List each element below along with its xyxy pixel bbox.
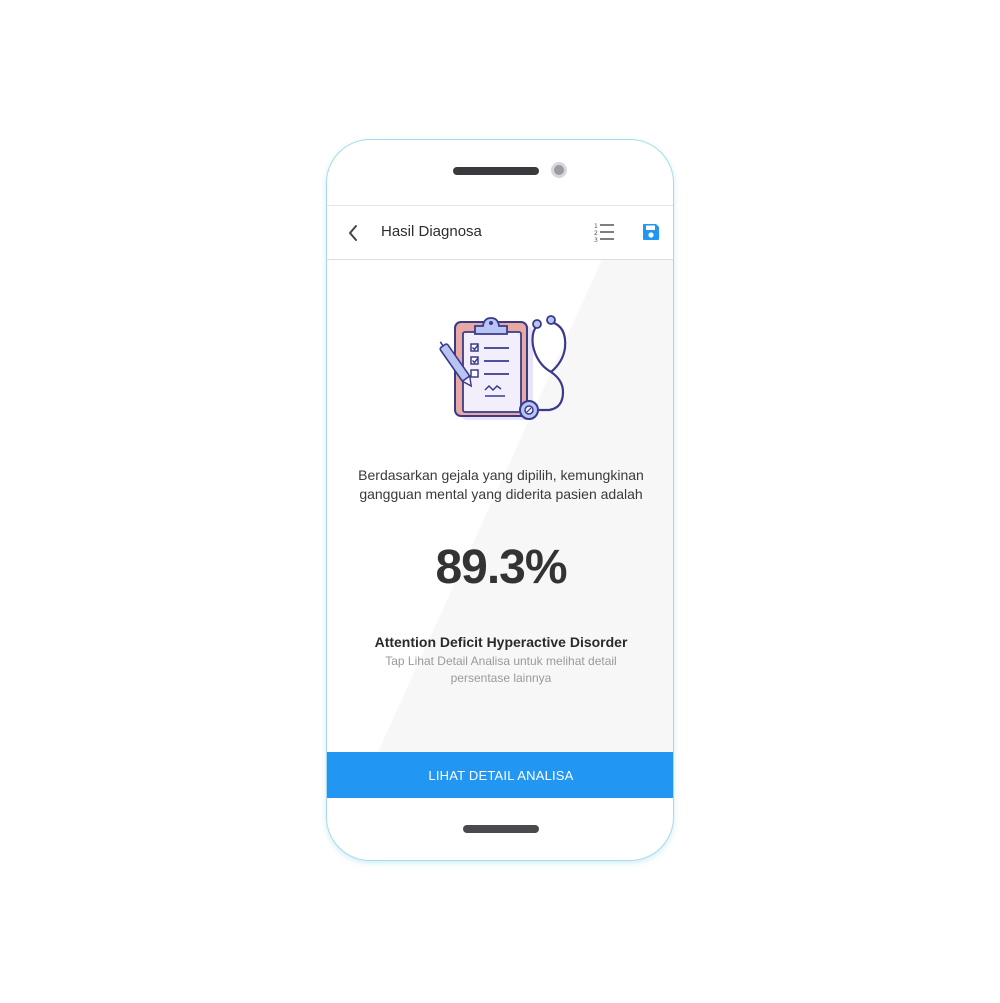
svg-text:1: 1 bbox=[594, 223, 598, 230]
back-button[interactable] bbox=[343, 223, 363, 243]
diagnosis-disorder-name: Attention Deficit Hyperactive Disorder bbox=[374, 634, 628, 650]
phone-speaker bbox=[453, 167, 539, 175]
phone-frame: Hasil Diagnosa 1 2 3 Berdasarkan gejala … bbox=[326, 139, 674, 861]
numbered-list-icon: 1 2 3 bbox=[594, 223, 614, 244]
page-title: Hasil Diagnosa bbox=[381, 223, 482, 240]
detail-hint-text: Tap Lihat Detail Analisa untuk melihat d… bbox=[385, 654, 617, 685]
diagnosis-percentage: 89.3% bbox=[435, 541, 567, 594]
svg-text:2: 2 bbox=[594, 230, 598, 237]
diagnosis-intro-text: Berdasarkan gejala yang dipilih, kemungk… bbox=[358, 467, 644, 502]
clipboard-stethoscope-icon bbox=[439, 315, 567, 420]
list-button[interactable]: 1 2 3 bbox=[593, 221, 615, 244]
phone-camera bbox=[551, 162, 567, 178]
app-screen: Hasil Diagnosa 1 2 3 Berdasarkan gejala … bbox=[327, 205, 673, 798]
result-content: Berdasarkan gejala yang dipilih, kemungk… bbox=[327, 260, 673, 798]
view-analysis-detail-button[interactable]: LIHAT DETAIL ANALISA bbox=[327, 752, 673, 798]
floppy-disk-icon bbox=[643, 224, 659, 240]
home-indicator bbox=[463, 825, 539, 833]
save-button[interactable] bbox=[641, 222, 661, 242]
chevron-left-icon bbox=[349, 225, 357, 241]
app-bar: Hasil Diagnosa 1 2 3 bbox=[327, 205, 673, 260]
svg-text:3: 3 bbox=[594, 237, 598, 243]
